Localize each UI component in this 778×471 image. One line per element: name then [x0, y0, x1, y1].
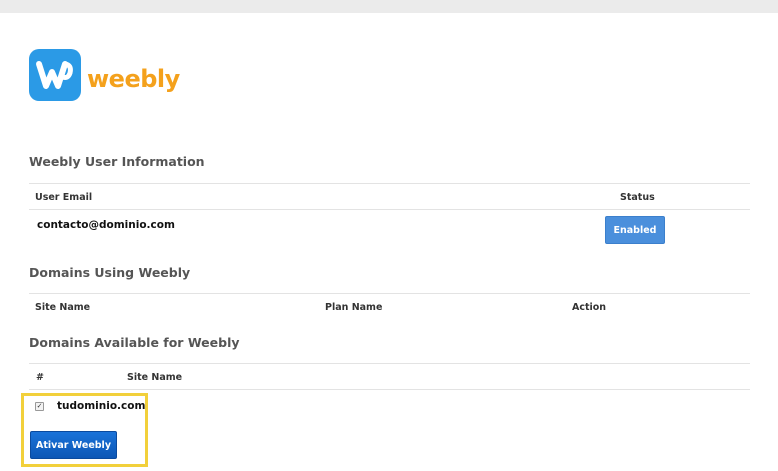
available-site-name-header: Site Name [127, 372, 183, 383]
site-name-header: Site Name [35, 302, 91, 313]
weebly-logo-icon [29, 49, 81, 101]
top-bar [0, 0, 778, 13]
status-badge[interactable]: Enabled [605, 216, 665, 244]
user-info-title: Weebly User Information [29, 154, 205, 169]
user-email-header: User Email [35, 192, 93, 203]
weebly-logo: weebly [29, 49, 180, 101]
action-header: Action [572, 302, 607, 313]
status-header: Status [620, 192, 655, 203]
domains-using-title: Domains Using Weebly [29, 265, 191, 280]
divider [29, 389, 750, 390]
divider [29, 363, 750, 364]
weebly-logo-text: weebly [87, 65, 180, 93]
divider [29, 293, 750, 294]
divider [29, 183, 750, 184]
user-email-value: contacto@dominio.com [37, 219, 175, 231]
plan-name-header: Plan Name [325, 302, 383, 313]
domains-available-title: Domains Available for Weebly [29, 335, 240, 350]
available-domain-name: tudominio.com [57, 400, 146, 412]
index-header: # [36, 372, 44, 383]
activate-weebly-button[interactable]: Ativar Weebly [30, 431, 117, 459]
domain-checkbox[interactable]: ✓ [35, 402, 44, 411]
divider [29, 209, 750, 210]
